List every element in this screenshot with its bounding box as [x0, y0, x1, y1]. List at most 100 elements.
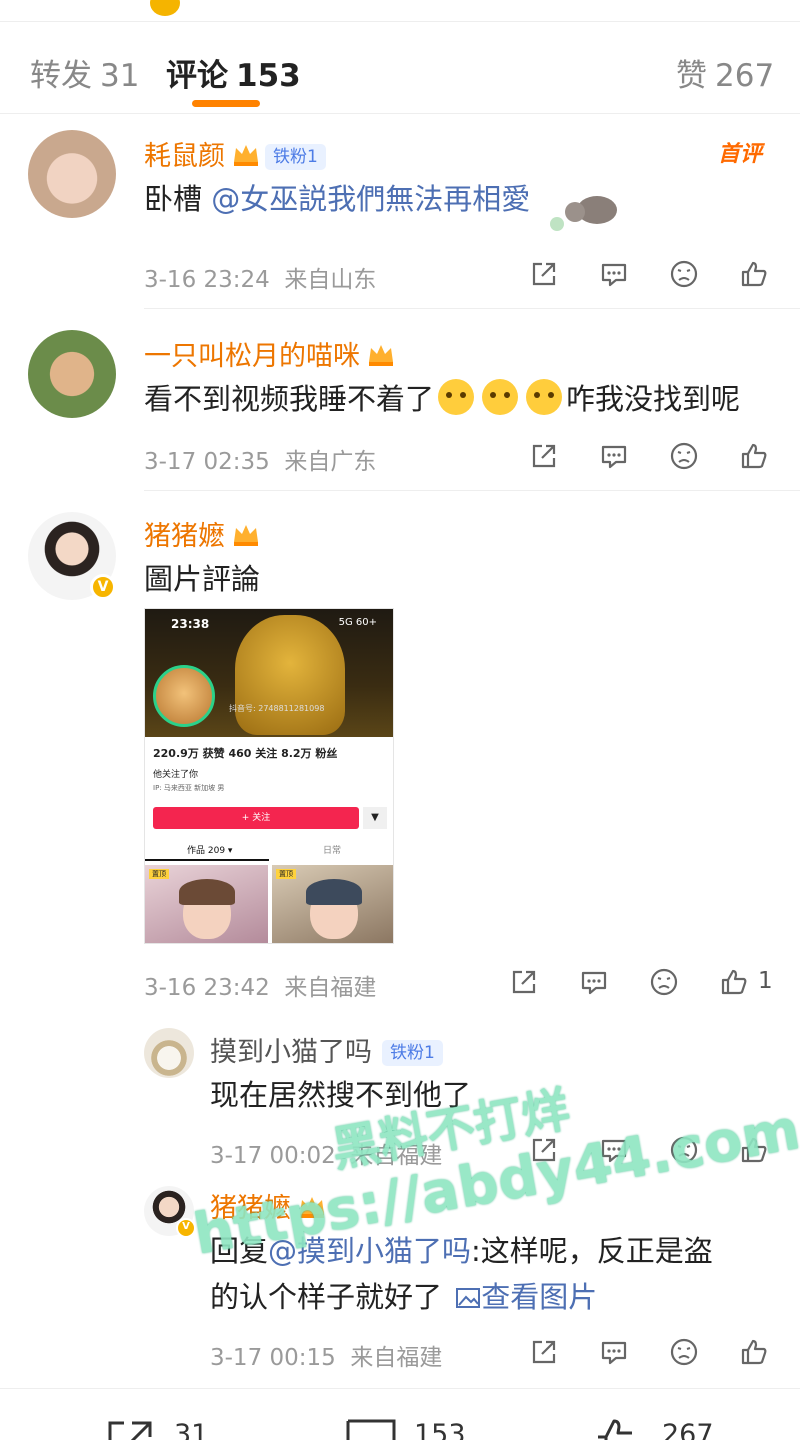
screenshot-time: 23:38: [171, 617, 210, 631]
tab-likes[interactable]: 赞 267: [676, 50, 774, 95]
avatar[interactable]: [28, 130, 116, 218]
crying-emoji-icon: [438, 379, 475, 415]
screenshot-stats: 220.9万 获赞 460 关注 8.2万 粉丝: [153, 747, 338, 760]
tab-likes-count: 267: [715, 58, 775, 94]
screenshot-tabs: 作品 209 ▾ 日常: [145, 841, 393, 861]
like-icon[interactable]: [738, 1336, 770, 1368]
comment-text: 卧槽 @女巫説我們無法再相愛: [144, 178, 530, 220]
comment-icon[interactable]: [598, 1336, 630, 1368]
dislike-face-icon[interactable]: [668, 1336, 700, 1368]
commenter-name[interactable]: 耗鼠颜 铁粉1: [144, 134, 326, 173]
bottom-action-bar: 31 153 267: [0, 1388, 800, 1440]
avatar[interactable]: [28, 330, 116, 418]
verified-icon: V: [90, 574, 116, 600]
tab-likes-label: 赞: [676, 58, 707, 94]
dislike-face-icon[interactable]: [668, 440, 700, 472]
share-icon[interactable]: [528, 440, 560, 472]
view-image-link[interactable]: 查看图片: [451, 1280, 597, 1314]
screenshot-follow-button: + 关注: [153, 807, 359, 829]
commenter-name-text: 猪猪嬷: [144, 521, 225, 552]
sticker-icon: [550, 196, 617, 231]
comment-actions: [528, 440, 773, 474]
comment-icon[interactable]: [598, 258, 630, 290]
avatar[interactable]: [144, 1028, 194, 1078]
share-icon: [108, 1421, 152, 1440]
share-icon[interactable]: [528, 258, 560, 290]
screenshot-tab-works: 作品 209 ▾: [187, 846, 233, 856]
comment-text: 看不到视频我睡不着了 咋我没找到呢: [144, 378, 740, 420]
comment-meta: 3-17 02:35 来自广东: [144, 442, 376, 476]
tab-reposts-label: 转发: [30, 58, 92, 94]
comment-meta: 3-16 23:24 来自山东: [144, 260, 376, 294]
reply-time: 3-17 00:02: [210, 1143, 336, 1169]
cap: [306, 879, 362, 905]
tab-comments[interactable]: 评论 153: [166, 50, 301, 95]
reply-text-line2: 的认个样子就好了 查看图片: [210, 1276, 597, 1318]
like-icon[interactable]: [718, 966, 750, 998]
divider: [144, 308, 800, 309]
share-icon[interactable]: [508, 966, 540, 998]
screenshot-ip: IP: 马来西亚 新加坡 男: [153, 784, 225, 792]
reply-location: 来自福建: [350, 1345, 443, 1371]
tab-comments-count: 153: [236, 58, 301, 94]
reply-meta: 3-17 00:15 来自福建: [210, 1338, 442, 1372]
hair: [179, 879, 235, 905]
reply-text-rest: :这样呢，反正是盗: [471, 1234, 713, 1268]
comment-icon[interactable]: [578, 966, 610, 998]
like-icon[interactable]: [738, 440, 770, 472]
dislike-face-icon[interactable]: [648, 966, 680, 998]
tab-comments-label: 评论: [166, 58, 228, 94]
crown-icon: [234, 145, 258, 166]
crown-icon: [369, 345, 393, 366]
screenshot-follow-note: 他关注了你: [153, 770, 199, 780]
replier-name-text: 摸到小猫了吗: [210, 1037, 372, 1068]
comment-icon: [346, 1419, 396, 1440]
screenshot-tab-indicator: [145, 859, 269, 861]
bottom-comment-count: 153: [414, 1419, 466, 1440]
comment-image[interactable]: 23:38 5G 60+ 抖音号: 2748811281098 220.9万 获…: [144, 608, 394, 944]
bottom-repost-count: 31: [174, 1419, 209, 1440]
like-icon[interactable]: [738, 258, 770, 290]
comment-time: 3-17 02:35: [144, 449, 270, 475]
comment-icon[interactable]: [598, 440, 630, 472]
mention-link[interactable]: @女巫説我們無法再相愛: [211, 182, 530, 216]
divider: [144, 490, 800, 491]
view-image-label: 查看图片: [481, 1280, 598, 1314]
screenshot-thumbnail: 置顶: [145, 865, 268, 943]
screenshot-thumbnail: 置顶: [272, 865, 393, 943]
commenter-name[interactable]: 一只叫松月的喵咪: [144, 334, 396, 373]
first-comment-badge: 首评: [717, 142, 762, 167]
pin-tag: 置顶: [276, 869, 296, 879]
comment-time: 3-16 23:24: [144, 267, 270, 293]
reply-actions: [528, 1336, 773, 1370]
tab-reposts[interactable]: 转发 31: [30, 50, 139, 95]
comment-time: 3-16 23:42: [144, 975, 270, 1001]
commenter-name[interactable]: 猪猪嬷: [144, 514, 261, 553]
comment-text-part2: 咋我没找到呢: [566, 382, 741, 416]
screenshot-tab-daily: 日常: [323, 846, 342, 856]
screenshot-status: 5G 60+: [338, 617, 377, 628]
golden-cat-statue: [235, 615, 345, 735]
dislike-face-icon[interactable]: [668, 258, 700, 290]
fan-level-badge: 铁粉1: [265, 144, 326, 170]
commenter-name-text: 一只叫松月的喵咪: [144, 341, 360, 372]
comment-location: 来自广东: [284, 449, 377, 475]
previous-section-edge: [0, 0, 800, 22]
comment-text-prefix: 卧槽: [144, 182, 212, 216]
comment-location: 来自山东: [284, 267, 377, 293]
replier-name[interactable]: 摸到小猫了吗 铁粉1: [210, 1030, 443, 1069]
comment-tabs: 转发 31 评论 153 赞 267: [0, 22, 800, 114]
profile-avatar-dog: [153, 665, 215, 727]
bottom-like-count: 267: [662, 1419, 714, 1440]
reply-time: 3-17 00:15: [210, 1345, 336, 1371]
share-icon[interactable]: [528, 1336, 560, 1368]
like-icon: [598, 1419, 632, 1440]
screenshot-dropdown-icon: ▼: [363, 807, 387, 829]
comment-location: 来自福建: [284, 975, 377, 1001]
verified-badge-icon: [150, 0, 180, 16]
like-count: 1: [758, 968, 773, 994]
profile-screenshot-header: 23:38 5G 60+ 抖音号: 2748811281098: [145, 609, 393, 737]
screenshot-account-id: 抖音号: 2748811281098: [229, 704, 325, 713]
comment-meta: 3-16 23:42 来自福建: [144, 968, 376, 1002]
comment-text: 圖片評論: [144, 562, 261, 596]
